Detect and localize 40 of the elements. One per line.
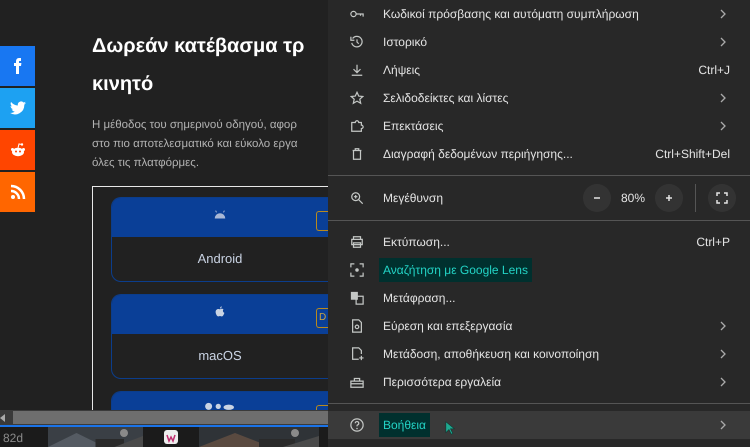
menu-item-label: Βοήθεια — [379, 413, 430, 437]
menu-item[interactable]: Μετάφραση... — [328, 284, 750, 312]
menu-item-label: Διαγραφή δεδομένων περιήγησης... — [382, 146, 574, 163]
menu-item[interactable]: Περισσότερα εργαλεία — [328, 368, 750, 396]
tab-label: 82d — [2, 430, 24, 447]
platform-name: macOS — [197, 347, 243, 365]
menu-item-label: Λήψεις — [382, 62, 422, 79]
menu-item[interactable]: Μετάδοση, αποθήκευση και κοινοποίηση — [328, 340, 750, 368]
article-title-line: Δωρεάν κατέβασμα τρ — [92, 34, 306, 59]
menu-item[interactable]: Κωδικοί πρόσβασης και αυτόματη συμπλήρωση — [328, 0, 750, 28]
menu-item-label: Μετάδοση, αποθήκευση και κοινοποίηση — [382, 346, 600, 363]
article-title-line: κινητό — [92, 72, 154, 97]
menu-item-label: Περισσότερα εργαλεία — [382, 374, 502, 391]
intro-text-line: στο πιο αποτελεσματικό και εύκολο εργα — [92, 137, 298, 152]
menu-item[interactable]: Ιστορικό — [328, 28, 750, 56]
shortcut-text: Ctrl+J — [698, 62, 730, 79]
menu-item-label: Σελιδοδείκτες και λίστες — [382, 90, 510, 107]
menu-item-label: Εύρεση και επεξεργασία — [382, 318, 514, 335]
intro-text-line: Η μέθοδος του σημερινού οδηγού, αφορ — [92, 118, 298, 133]
menu-item[interactable]: Λήψεις Ctrl+J — [328, 56, 750, 84]
menu-item-label: Αναζήτηση με Google Lens — [379, 258, 532, 282]
intro-text-line: όλες τις πλατφόρμες. — [92, 156, 200, 171]
menu-item-label: Ιστορικό — [382, 34, 428, 51]
menu-item-label: Εκτύπωση... — [382, 234, 451, 251]
menu-item[interactable]: Βοήθεια — [328, 411, 750, 439]
menu-item-label: Μεγέθυνση — [382, 190, 444, 207]
menu-item[interactable]: Αναζήτηση με Google Lens — [328, 256, 750, 284]
shortcut-text: Ctrl+P — [696, 234, 730, 251]
menu-item-label: Κωδικοί πρόσβασης και αυτόματη συμπλήρωση — [382, 6, 640, 23]
menu-item-label: Μετάφραση... — [382, 290, 456, 307]
menu-item[interactable]: Επεκτάσεις — [328, 112, 750, 140]
menu-item[interactable]: Μεγέθυνση 80% — [328, 183, 750, 213]
menu-item[interactable]: Διαγραφή δεδομένων περιήγησης... Ctrl+Shift+Del — [328, 140, 750, 168]
shortcut-text: Ctrl+Shift+Del — [655, 146, 730, 163]
menu-item-label: Επεκτάσεις — [382, 118, 444, 135]
menu-item[interactable]: Σελιδοδείκτες και λίστες — [328, 84, 750, 112]
zoom-level: 80% — [620, 190, 646, 207]
menu-item[interactable]: Εκτύπωση... Ctrl+P — [328, 228, 750, 256]
platform-name: Android — [196, 250, 244, 268]
menu-item[interactable]: Εύρεση και επεξεργασία — [328, 312, 750, 340]
